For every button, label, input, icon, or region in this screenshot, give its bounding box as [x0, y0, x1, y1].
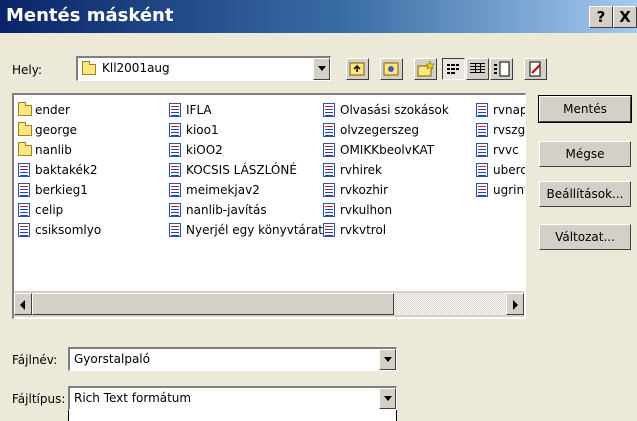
- folder-icon: [18, 122, 32, 136]
- list-view-button[interactable]: [442, 58, 465, 80]
- properties-view-icon: [494, 61, 510, 77]
- document-icon: [323, 203, 335, 217]
- new-folder-icon: [417, 60, 435, 77]
- document-icon: [18, 183, 30, 197]
- lookin-label: Hely:: [12, 63, 43, 77]
- folder-icon: [18, 142, 32, 156]
- document-icon: [476, 123, 488, 137]
- document-icon: [169, 223, 181, 237]
- document-icon: [323, 103, 335, 117]
- document-icon: [323, 143, 335, 157]
- scroll-left-icon[interactable]: [14, 293, 32, 315]
- document-icon: [169, 163, 181, 177]
- document-icon: [169, 123, 181, 137]
- details-view-icon: [470, 63, 485, 73]
- filename-label: Fájlnév:: [12, 353, 58, 367]
- document-icon: [169, 103, 181, 117]
- lookin-dropdown[interactable]: Kll2001aug: [76, 56, 331, 81]
- options-button[interactable]: Beállítások...: [539, 181, 631, 207]
- filetype-dropdown[interactable]: Rich Text formátum: [68, 386, 397, 410]
- filetype-dropdown-list[interactable]: [68, 410, 397, 421]
- tools-button[interactable]: [524, 58, 547, 80]
- document-icon: [476, 103, 488, 117]
- document-icon: [169, 203, 181, 217]
- filetype-dropdown-arrow[interactable]: [379, 388, 396, 409]
- folder-icon: [18, 102, 32, 116]
- help-button[interactable]: ?: [589, 6, 613, 28]
- document-icon: [476, 163, 488, 177]
- filetype-label: Fájltípus:: [12, 392, 66, 406]
- filename-field[interactable]: Gyorstalpaló: [68, 347, 397, 371]
- favorites-icon: [383, 62, 399, 76]
- document-icon: [323, 183, 335, 197]
- properties-view-button[interactable]: [490, 58, 513, 80]
- document-icon: [323, 223, 335, 237]
- document-icon: [169, 183, 181, 197]
- lookin-dropdown-arrow[interactable]: [313, 58, 330, 80]
- list-view-icon: [447, 64, 459, 74]
- versions-button[interactable]: Változat...: [539, 224, 631, 250]
- document-icon: [323, 163, 335, 177]
- new-folder-button[interactable]: [414, 58, 437, 80]
- file-list[interactable]: ender george nanlib baktakék2 berkieg1 c…: [12, 93, 526, 319]
- document-icon: [169, 143, 181, 157]
- up-folder-button[interactable]: [346, 58, 369, 80]
- filename-value: Gyorstalpaló: [74, 352, 150, 366]
- scrollbar-thumb[interactable]: [32, 293, 394, 315]
- document-icon: [476, 143, 488, 157]
- filename-dropdown-arrow[interactable]: [379, 349, 396, 370]
- window-title: Mentés másként: [6, 5, 174, 26]
- close-button[interactable]: X: [613, 6, 637, 28]
- cancel-button[interactable]: Mégse: [539, 141, 631, 167]
- document-icon: [18, 203, 30, 217]
- document-icon: [476, 183, 488, 197]
- tools-icon: [529, 61, 541, 77]
- save-button[interactable]: Mentés: [538, 95, 632, 123]
- up-folder-icon: [349, 62, 365, 76]
- horizontal-scrollbar[interactable]: [14, 291, 524, 317]
- filetype-value: Rich Text formátum: [74, 391, 192, 405]
- lookin-value: Kll2001aug: [102, 61, 170, 75]
- folder-icon: [82, 61, 98, 75]
- document-icon: [323, 123, 335, 137]
- details-view-button[interactable]: [466, 58, 489, 80]
- document-icon: [18, 163, 30, 177]
- scroll-right-icon[interactable]: [506, 293, 524, 315]
- favorites-button[interactable]: [380, 58, 403, 80]
- document-icon: [18, 223, 30, 237]
